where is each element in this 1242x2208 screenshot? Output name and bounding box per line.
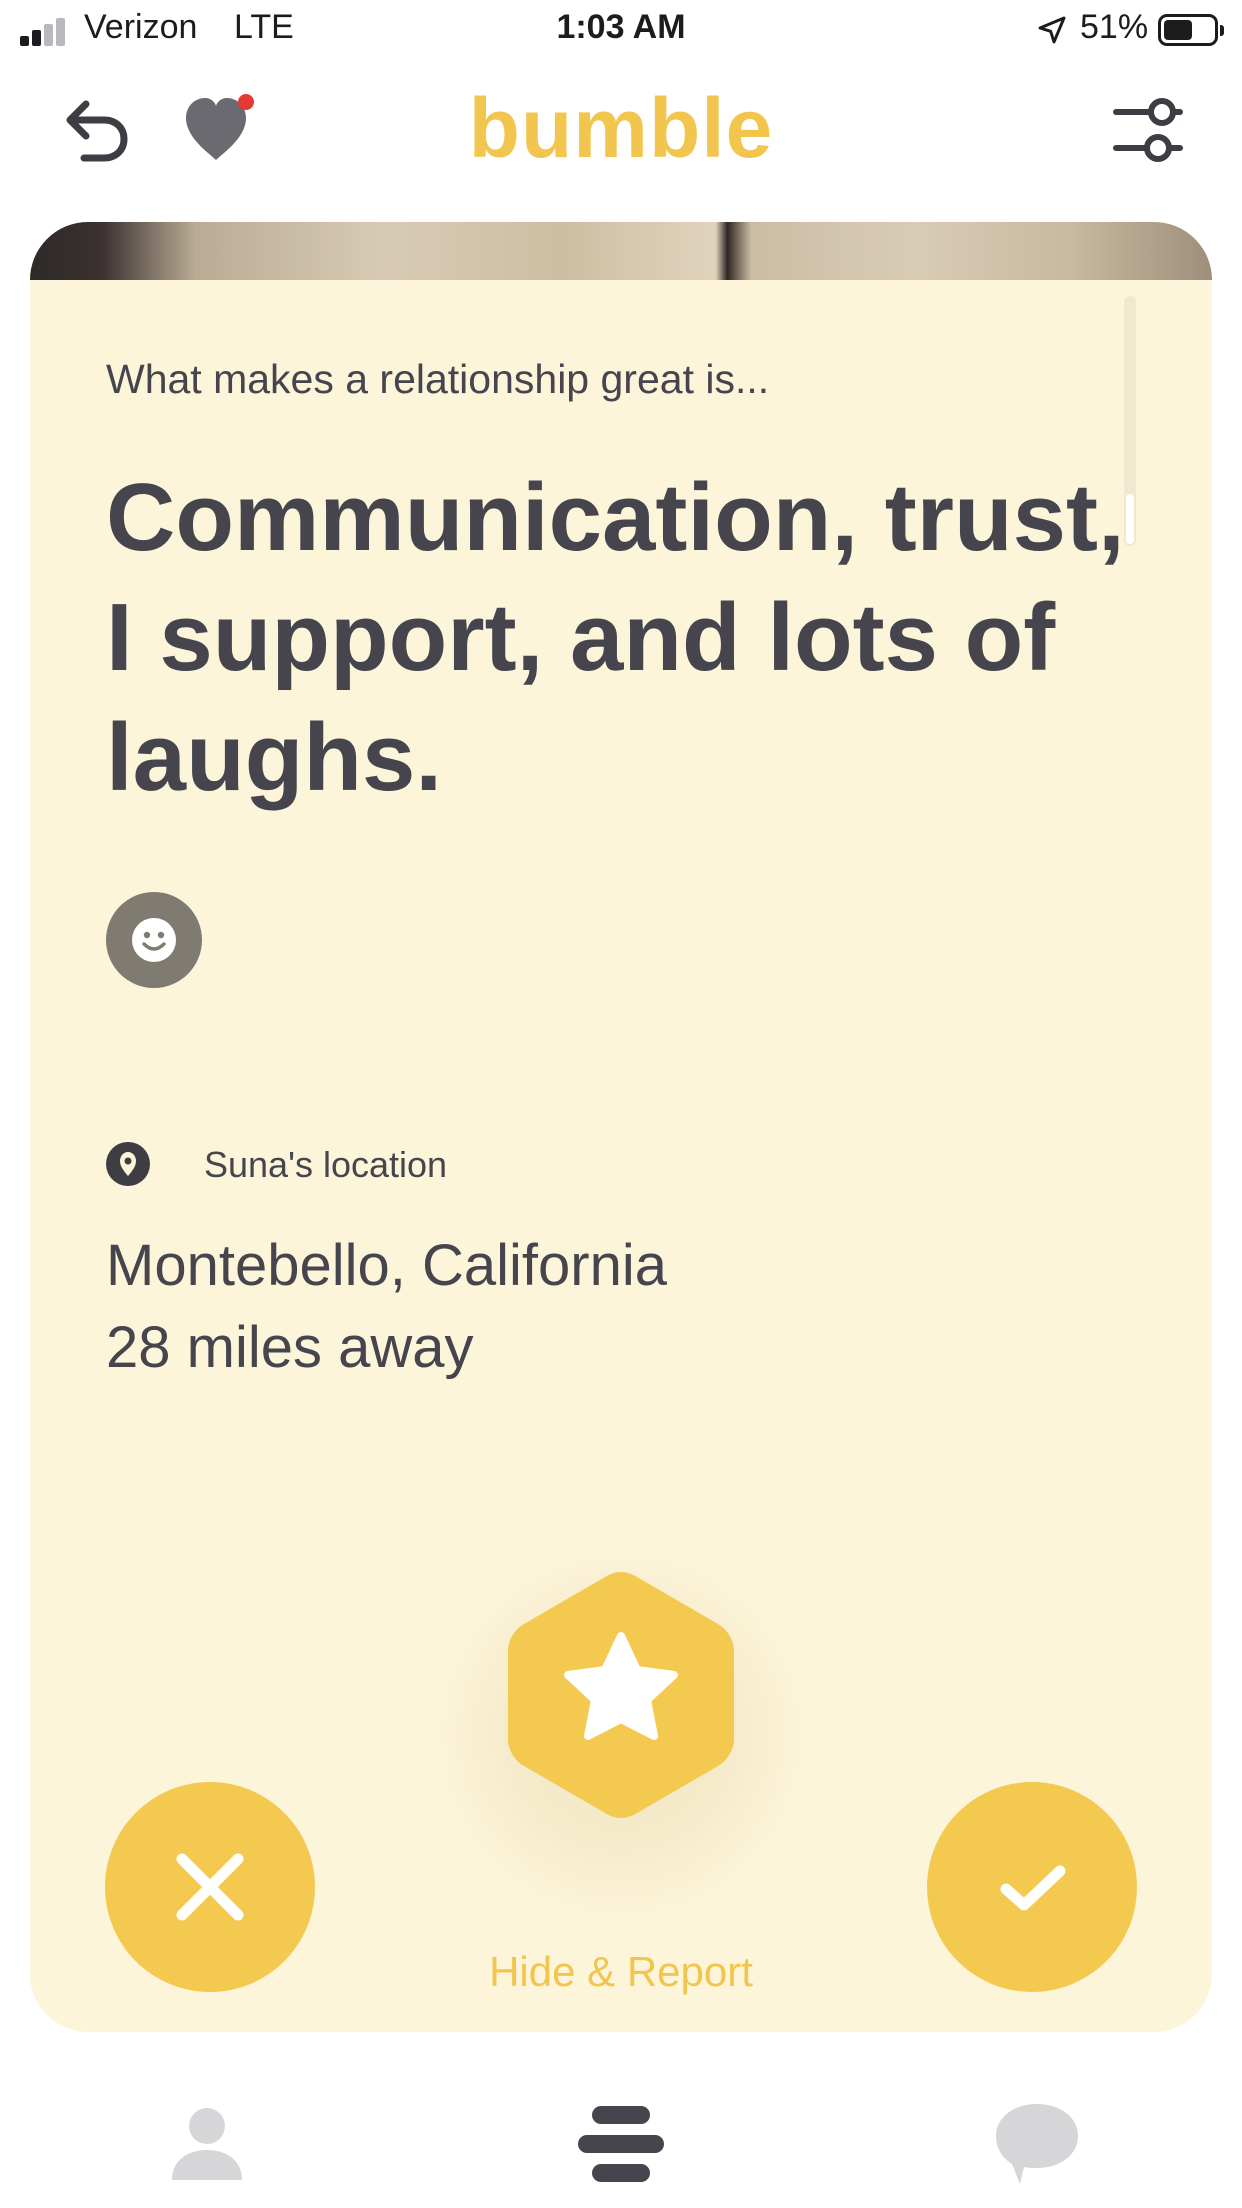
location-services-icon <box>1038 16 1066 44</box>
status-bar: Verizon LTE 1:03 AM 51% <box>0 0 1242 64</box>
location-label: Suna's location <box>204 1144 448 1185</box>
hide-report-link[interactable]: Hide & Report <box>30 1948 1212 1996</box>
bumble-logo: bumble <box>468 81 774 175</box>
battery-icon <box>1158 14 1224 46</box>
bottom-tab-bar <box>0 2040 1242 2208</box>
profile-icon[interactable] <box>166 2102 248 2186</box>
location-pin-icon <box>106 1142 150 1186</box>
superswipe-button[interactable] <box>500 1564 742 1826</box>
location-distance: 28 miles away <box>106 1315 474 1380</box>
prompt-question: What makes a relationship great is... <box>106 356 770 402</box>
check-icon <box>1000 1865 1066 1911</box>
people-icon[interactable] <box>578 2102 664 2186</box>
x-icon <box>176 1853 244 1921</box>
prompt-answer: Communication, trust, I support, and lot… <box>106 464 1125 811</box>
battery-percent: 51% <box>1080 8 1149 46</box>
app-header: bumble <box>0 70 1242 220</box>
smiley-icon[interactable] <box>106 892 202 988</box>
location-city: Montebello, California <box>106 1233 667 1298</box>
filter-icon[interactable] <box>1112 90 1184 170</box>
chat-icon[interactable] <box>990 2098 1084 2190</box>
profile-card[interactable]: What makes a relationship great is... Co… <box>30 222 1212 2032</box>
profile-photo <box>30 222 1212 280</box>
scrollbar-thumb[interactable] <box>1126 494 1134 544</box>
